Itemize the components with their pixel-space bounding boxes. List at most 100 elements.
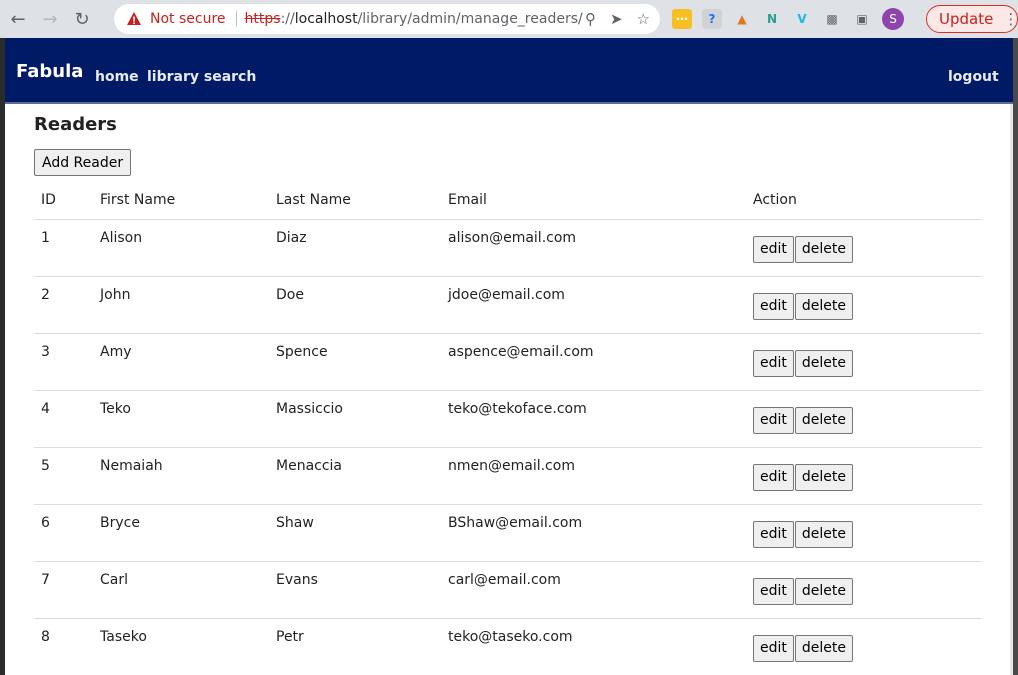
cell-actions: edit delete — [746, 503, 982, 561]
back-icon[interactable]: ← — [4, 5, 32, 33]
update-label: Update — [939, 10, 994, 28]
cell-last-name: Shaw — [269, 503, 441, 561]
column-header-action: Action — [753, 192, 797, 208]
column-header-last-name: Last Name — [276, 192, 351, 208]
metamask-fox-icon[interactable]: ▲ — [732, 9, 752, 29]
delete-reader-button[interactable]: delete — [794, 577, 853, 605]
zoom-search-icon[interactable]: ⚲ — [585, 10, 596, 28]
cell-actions: edit delete — [746, 275, 982, 333]
cell-first-name: Teko — [93, 389, 269, 447]
cell-last-name: Evans — [269, 560, 441, 618]
extensions-puzzle-icon[interactable]: ▩ — [822, 9, 842, 29]
cell-id: 7 — [34, 560, 93, 618]
cell-id: 4 — [34, 389, 93, 447]
media-control-icon[interactable]: ▣ — [852, 9, 872, 29]
table-row: 2 John Doe jdoe@email.com edit delete — [34, 275, 982, 333]
cell-actions: edit delete — [746, 617, 982, 675]
edit-reader-button[interactable]: edit — [753, 520, 794, 548]
nav-library-search-link[interactable]: library search — [147, 69, 256, 85]
cell-id: 5 — [34, 446, 93, 504]
cell-actions: edit delete — [746, 560, 982, 618]
delete-reader-button[interactable]: delete — [794, 349, 853, 377]
url-path: /library/admin/manage_readers/ — [357, 11, 583, 27]
extension-n-icon[interactable]: N — [762, 9, 782, 29]
cell-email: teko@taseko.com — [441, 617, 746, 675]
cell-id: 6 — [34, 503, 93, 561]
cell-first-name: Carl — [93, 560, 269, 618]
nav-logout-link[interactable]: logout — [948, 69, 999, 85]
right-window-edge — [1013, 38, 1018, 675]
cell-email: teko@tekoface.com — [441, 389, 746, 447]
cell-last-name: Petr — [269, 617, 441, 675]
edit-reader-button[interactable]: edit — [753, 292, 794, 320]
delete-reader-button[interactable]: delete — [794, 406, 853, 434]
brand-logo[interactable]: Fabula — [16, 61, 83, 82]
url-text[interactable]: https://localhost/library/admin/manage_r… — [245, 11, 583, 27]
table-row: 5 Nemaiah Menaccia nmen@email.com edit delete — [34, 446, 982, 504]
nav-home-link[interactable]: home — [95, 69, 139, 85]
edit-reader-button[interactable]: edit — [753, 235, 794, 263]
cell-id: 3 — [34, 332, 93, 390]
cell-last-name: Menaccia — [269, 446, 441, 504]
column-header-email: Email — [448, 192, 487, 208]
table-row: 7 Carl Evans carl@email.com edit delete — [34, 560, 982, 618]
browser-toolbar: ← → ↻ Not secure https://localhost/libra… — [0, 0, 1018, 38]
scrollbar[interactable] — [1010, 104, 1013, 675]
page-title: Readers — [34, 114, 117, 135]
table-row: 6 Bryce Shaw BShaw@email.com edit delete — [34, 503, 982, 561]
cell-id: 1 — [34, 218, 93, 276]
delete-reader-button[interactable]: delete — [794, 292, 853, 320]
address-bar[interactable]: Not secure https://localhost/library/adm… — [114, 4, 660, 34]
cell-last-name: Massiccio — [269, 389, 441, 447]
delete-reader-button[interactable]: delete — [794, 463, 853, 491]
cell-first-name: Taseko — [93, 617, 269, 675]
delete-reader-button[interactable]: delete — [794, 520, 853, 548]
edit-reader-button[interactable]: edit — [753, 349, 794, 377]
cell-last-name: Diaz — [269, 218, 441, 276]
extension-notes-icon[interactable]: ⋯ — [672, 9, 692, 29]
table-row: 3 Amy Spence aspence@email.com edit delete — [34, 332, 982, 390]
cell-first-name: Alison — [93, 218, 269, 276]
extension-help-icon[interactable]: ? — [702, 9, 722, 29]
cell-email: nmen@email.com — [441, 446, 746, 504]
url-host: localhost — [294, 11, 358, 27]
warning-icon — [126, 11, 142, 27]
cell-id: 8 — [34, 617, 93, 675]
edit-reader-button[interactable]: edit — [753, 406, 794, 434]
browser-update-button[interactable]: Update ⋮ — [926, 5, 1018, 33]
add-reader-button[interactable]: Add Reader — [34, 149, 132, 176]
readers-table: ID First Name Last Name Email Action 1 Al… — [34, 186, 982, 675]
edit-reader-button[interactable]: edit — [753, 463, 794, 491]
url-separator: :// — [280, 11, 295, 27]
cell-actions: edit delete — [746, 446, 982, 504]
column-header-id: ID — [41, 192, 56, 208]
cell-first-name: John — [93, 275, 269, 333]
page-content: Fabula home library search logout Reader… — [5, 38, 1013, 675]
edit-reader-button[interactable]: edit — [753, 577, 794, 605]
table-row: 4 Teko Massiccio teko@tekoface.com edit delet… — [34, 389, 982, 447]
edit-reader-button[interactable]: edit — [753, 634, 794, 662]
send-icon[interactable]: ➤ — [610, 10, 623, 28]
bookmark-star-icon[interactable]: ☆ — [637, 10, 650, 28]
cell-last-name: Spence — [269, 332, 441, 390]
cell-id: 2 — [34, 275, 93, 333]
cell-last-name: Doe — [269, 275, 441, 333]
delete-reader-button[interactable]: delete — [794, 235, 853, 263]
cell-email: aspence@email.com — [441, 332, 746, 390]
profile-avatar[interactable]: S — [882, 8, 904, 30]
cell-first-name: Amy — [93, 332, 269, 390]
cell-first-name: Nemaiah — [93, 446, 269, 504]
site-navbar: Fabula home library search logout — [5, 38, 1013, 104]
cell-actions: edit delete — [746, 389, 982, 447]
cell-actions: edit delete — [746, 218, 982, 276]
security-label[interactable]: Not secure — [150, 11, 226, 27]
reload-icon[interactable]: ↻ — [68, 5, 96, 33]
cell-email: BShaw@email.com — [441, 503, 746, 561]
more-menu-icon: ⋮ — [1003, 10, 1018, 28]
column-header-first-name: First Name — [100, 192, 176, 208]
vimeo-icon[interactable]: V — [792, 9, 812, 29]
table-row: 8 Taseko Petr teko@taseko.com edit delete — [34, 617, 982, 675]
delete-reader-button[interactable]: delete — [794, 634, 853, 662]
forward-icon[interactable]: → — [36, 5, 64, 33]
cell-first-name: Bryce — [93, 503, 269, 561]
